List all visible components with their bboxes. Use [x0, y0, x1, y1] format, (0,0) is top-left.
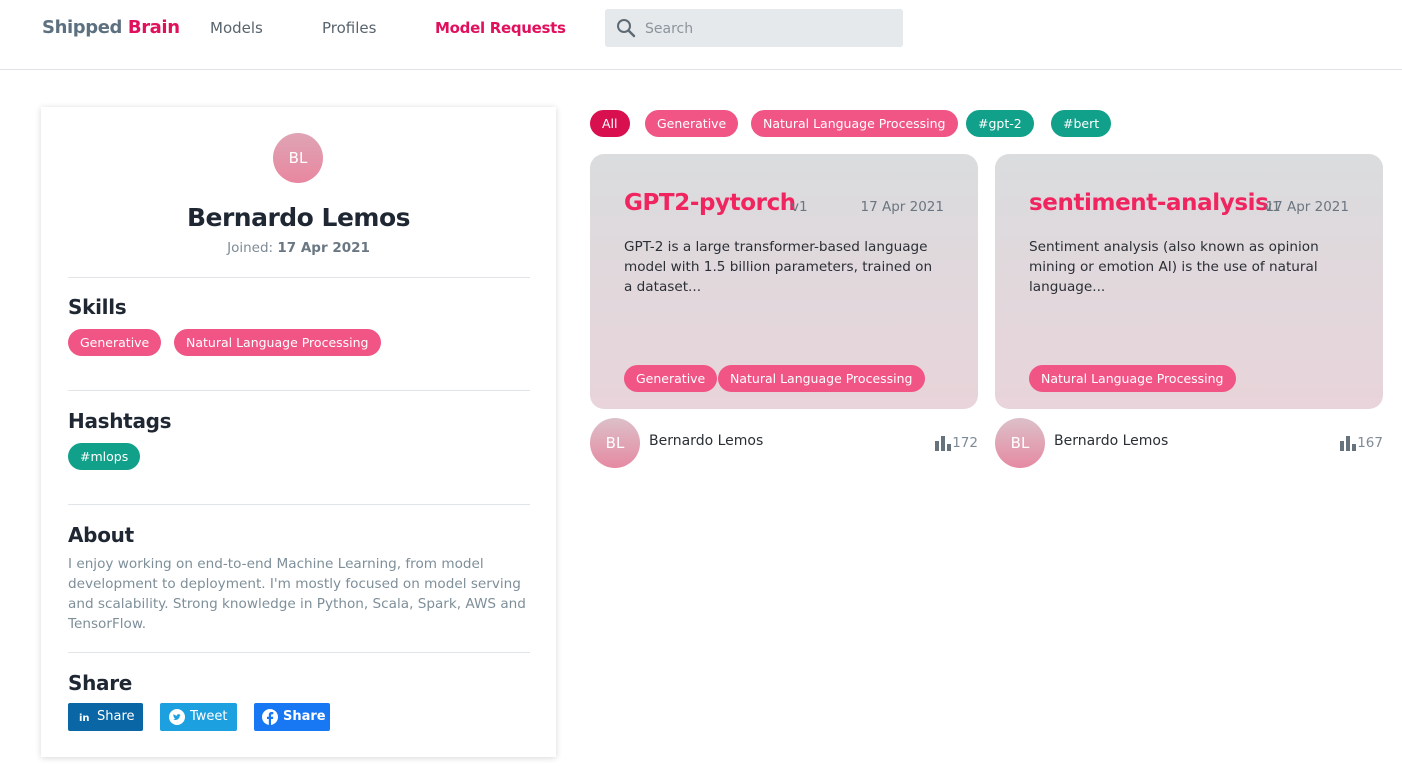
model-description: GPT-2 is a large transformer-based langu…: [624, 239, 933, 295]
linkedin-icon: in: [79, 713, 90, 724]
nav-profiles[interactable]: Profiles: [322, 19, 376, 37]
model-card-sentiment-analysis[interactable]: sentiment-analysis v1 17 Apr 2021 Sentim…: [995, 154, 1383, 409]
joined-date: 17 Apr 2021: [277, 240, 370, 256]
filter-nlp[interactable]: Natural Language Processing: [751, 110, 958, 137]
skills-title: Skills: [68, 295, 127, 319]
filter-gpt-2[interactable]: #gpt-2: [966, 110, 1034, 137]
model-tag-nlp[interactable]: Natural Language Processing: [1029, 365, 1236, 392]
model-date: 17 Apr 2021: [1265, 199, 1349, 215]
brand-logo[interactable]: Shipped Brain: [42, 17, 180, 38]
author-avatar[interactable]: BL: [995, 418, 1045, 468]
logo-word-shipped: Shipped: [42, 17, 123, 38]
hashtags-title: Hashtags: [68, 409, 172, 433]
search-bar[interactable]: [605, 9, 903, 49]
model-description: Sentiment analysis (also known as opinio…: [1029, 239, 1319, 295]
model-title[interactable]: sentiment-analysis: [1029, 190, 1269, 216]
model-card-gpt2-pytorch[interactable]: GPT2-pytorch v1 17 Apr 2021 GPT-2 is a l…: [590, 154, 978, 409]
logo-word-brain: Brain: [127, 17, 180, 38]
filter-generative[interactable]: Generative: [645, 110, 739, 137]
hashtag-mlops[interactable]: #mlops: [68, 443, 141, 470]
profile-avatar: BL: [273, 133, 323, 183]
about-title: About: [68, 523, 134, 547]
model-card-footer: BL Bernardo Lemos 172: [590, 418, 978, 468]
filter-all[interactable]: All: [590, 110, 630, 137]
linkedin-share-button[interactable]: in Share: [68, 703, 143, 731]
svg-text:in: in: [79, 713, 90, 724]
linkedin-share-label: Share: [97, 709, 135, 724]
profile-name: Bernardo Lemos: [186, 203, 411, 232]
nav-models[interactable]: Models: [210, 19, 263, 37]
profile-joined: Joined: 17 Apr 2021: [41, 240, 556, 256]
search-input[interactable]: [643, 9, 897, 49]
divider: [68, 504, 530, 505]
bar-chart-icon: [935, 436, 951, 451]
joined-label: Joined:: [227, 240, 274, 256]
author-name[interactable]: Bernardo Lemos: [1054, 433, 1168, 449]
model-tag-generative[interactable]: Generative: [624, 365, 718, 392]
view-count: 172: [952, 435, 978, 451]
model-date: 17 Apr 2021: [860, 199, 944, 215]
twitter-share-button[interactable]: Tweet: [160, 703, 237, 731]
divider: [68, 277, 530, 278]
filter-bert[interactable]: #bert: [1051, 110, 1112, 137]
model-version: v1: [791, 199, 808, 215]
facebook-share-label: Share: [283, 709, 326, 724]
author-name[interactable]: Bernardo Lemos: [649, 433, 763, 449]
search-icon: [617, 19, 636, 38]
skill-tag-generative[interactable]: Generative: [68, 329, 162, 356]
facebook-share-button[interactable]: Share: [254, 703, 330, 731]
divider: [68, 652, 530, 653]
view-count: 167: [1357, 435, 1383, 451]
model-tag-nlp[interactable]: Natural Language Processing: [718, 365, 925, 392]
model-title[interactable]: GPT2-pytorch: [624, 190, 796, 216]
twitter-icon: [169, 709, 185, 725]
share-title: Share: [68, 671, 133, 695]
skill-tag-nlp[interactable]: Natural Language Processing: [174, 329, 381, 356]
bar-chart-icon: [1340, 436, 1356, 451]
top-navbar: Shipped Brain Models Profiles Model Requ…: [0, 0, 1402, 70]
about-text: I enjoy working on end-to-end Machine Le…: [68, 556, 526, 632]
nav-model-requests[interactable]: Model Requests: [435, 19, 566, 37]
twitter-share-label: Tweet: [190, 709, 228, 724]
divider: [68, 390, 530, 391]
author-avatar[interactable]: BL: [590, 418, 640, 468]
facebook-icon: [262, 709, 278, 725]
model-card-footer: BL Bernardo Lemos 167: [995, 418, 1383, 468]
profile-card: BL Bernardo Lemos Joined: 17 Apr 2021 Sk…: [41, 107, 556, 757]
